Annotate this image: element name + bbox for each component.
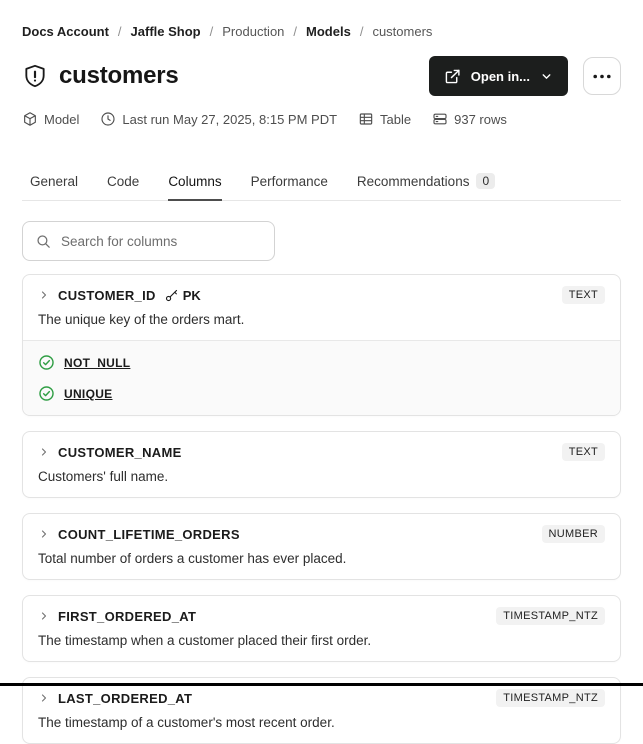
column-card-customer-id: CUSTOMER_ID PK TEXT The unique key of th… [22,274,621,416]
breadcrumb-item-models[interactable]: Models [306,24,351,39]
search-input[interactable] [61,233,262,249]
test-name-link[interactable]: UNIQUE [64,387,112,401]
meta-row-count-label: 937 rows [454,111,507,127]
model-meta-row: Model Last run May 27, 2025, 8:15 PM PDT [22,111,621,127]
column-header-customer-name[interactable]: CUSTOMER_NAME TEXT Customers' full name. [23,432,620,497]
column-name: COUNT_LIFETIME_ORDERS [58,526,240,542]
column-card-customer-name: CUSTOMER_NAME TEXT Customers' full name. [22,431,621,498]
breadcrumb-item-jaffle-shop[interactable]: Jaffle Shop [131,24,201,39]
column-name: CUSTOMER_NAME [58,444,182,460]
pk-label: PK [182,287,201,303]
column-card-last-ordered-at: LAST_ORDERED_AT TIMESTAMP_NTZ The timest… [22,677,621,744]
table-icon [358,111,374,127]
column-name: CUSTOMER_ID [58,287,156,303]
meta-row-count: 937 rows [432,111,507,127]
breadcrumb-item-docs-account[interactable]: Docs Account [22,24,109,39]
column-type-badge: TIMESTAMP_NTZ [496,689,605,707]
shield-alert-icon [22,63,48,89]
breadcrumb-separator: / [209,24,214,39]
key-icon [164,288,179,303]
meta-last-run-label: Last run May 27, 2025, 8:15 PM PDT [122,111,338,127]
chevron-right-icon[interactable] [38,692,50,704]
recommendations-count-badge: 0 [476,173,496,189]
chevron-right-icon[interactable] [38,289,50,301]
column-description: The timestamp when a customer placed the… [38,633,372,648]
page-title: customers [59,62,179,89]
meta-materialization: Table [358,111,411,127]
breadcrumb-item-customers: customers [372,24,433,39]
column-search[interactable] [22,221,275,261]
meta-model: Model [22,111,79,127]
meta-last-run: Last run May 27, 2025, 8:15 PM PDT [100,111,337,127]
column-description: Total number of orders a customer has ev… [38,551,347,566]
column-name: FIRST_ORDERED_AT [58,608,197,624]
page-header: customers Open in... [22,56,621,96]
tab-columns-label: Columns [168,174,222,189]
column-header-customer-id[interactable]: CUSTOMER_ID PK TEXT The unique key of th… [23,275,620,340]
column-tests: NOT_NULL UNIQUE [23,340,620,415]
cube-icon [22,111,38,127]
chevron-right-icon[interactable] [38,528,50,540]
column-description: The unique key of the orders mart. [38,312,245,327]
column-card-count-lifetime-orders: COUNT_LIFETIME_ORDERS NUMBER Total numbe… [22,513,621,580]
column-description: Customers' full name. [38,469,169,484]
chevron-down-icon [540,70,553,83]
test-unique[interactable]: UNIQUE [38,385,605,402]
tab-general-label: General [30,174,79,189]
column-header-count-lifetime-orders[interactable]: COUNT_LIFETIME_ORDERS NUMBER Total numbe… [23,514,620,579]
header-actions: Open in... [428,56,621,96]
title-wrap: customers [22,62,179,90]
open-in-label: Open in... [470,68,530,84]
breadcrumb-separator: / [117,24,122,39]
check-circle-icon [38,354,55,371]
model-page: Docs Account / Jaffle Shop / Production … [0,0,643,744]
breadcrumb: Docs Account / Jaffle Shop / Production … [22,24,621,39]
open-in-button[interactable]: Open in... [428,56,568,96]
breadcrumb-separator: / [293,24,298,39]
tab-code[interactable]: Code [107,174,139,200]
column-type-badge: TEXT [561,286,605,304]
more-options-button[interactable] [583,57,621,95]
breadcrumb-item-production[interactable]: Production [222,24,284,39]
check-circle-icon [38,385,55,402]
external-link-icon [444,68,461,85]
column-card-first-ordered-at: FIRST_ORDERED_AT TIMESTAMP_NTZ The times… [22,595,621,662]
meta-materialization-label: Table [380,111,412,127]
column-header-first-ordered-at[interactable]: FIRST_ORDERED_AT TIMESTAMP_NTZ The times… [23,596,620,661]
tab-general[interactable]: General [30,174,78,200]
columns-list: CUSTOMER_ID PK TEXT The unique key of th… [22,274,621,744]
chevron-right-icon[interactable] [38,610,50,622]
tab-recommendations-label: Recommendations [356,173,470,189]
tab-recommendations[interactable]: Recommendations 0 [356,173,496,200]
tab-code-label: Code [107,174,140,189]
primary-key-indicator: PK [164,288,201,303]
clock-icon [100,111,116,127]
column-type-badge: NUMBER [541,525,605,543]
tab-bar: General Code Columns Performance Recomme… [22,173,621,201]
column-type-badge: TIMESTAMP_NTZ [496,607,605,625]
search-icon [35,233,52,250]
column-header-last-ordered-at[interactable]: LAST_ORDERED_AT TIMESTAMP_NTZ The timest… [23,678,620,743]
column-name: LAST_ORDERED_AT [58,690,193,706]
column-type-badge: TEXT [561,443,605,461]
meta-model-label: Model [44,111,80,127]
chevron-right-icon[interactable] [38,446,50,458]
ellipsis-icon [593,74,611,79]
rows-icon [432,111,448,127]
breadcrumb-separator: / [359,24,364,39]
column-description: The timestamp of a customer's most recen… [38,715,335,730]
tab-performance-label: Performance [250,174,328,189]
tab-performance[interactable]: Performance [251,174,328,200]
test-name-link[interactable]: NOT_NULL [64,356,130,370]
test-not-null[interactable]: NOT_NULL [38,354,605,371]
tab-columns[interactable]: Columns [168,174,222,201]
